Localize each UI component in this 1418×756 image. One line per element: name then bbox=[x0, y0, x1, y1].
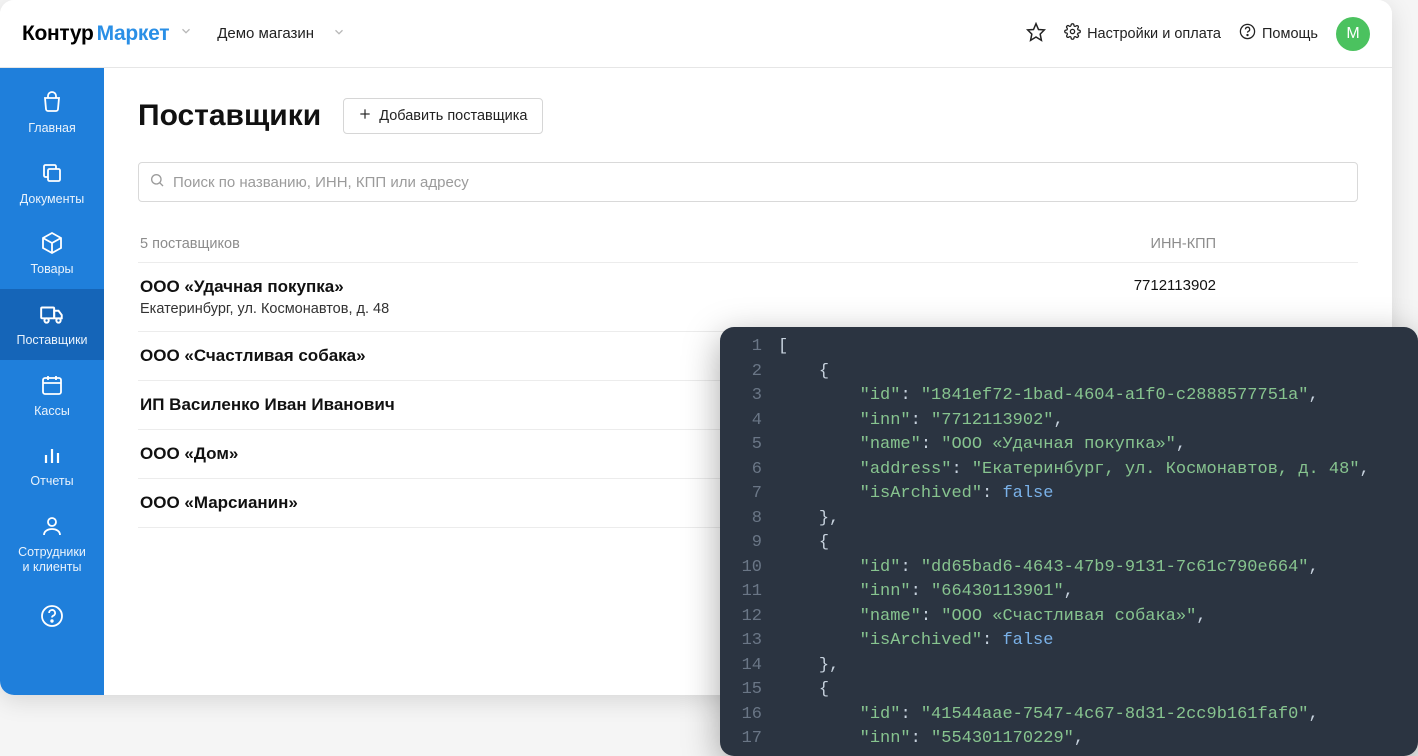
copy-icon bbox=[39, 160, 65, 186]
code-line: 12 "name": "ООО «Счастливая собака»", bbox=[720, 605, 1418, 630]
bag-icon bbox=[39, 89, 65, 115]
help-icon bbox=[1239, 23, 1256, 44]
code-line: 17 "inn": "554301170229", bbox=[720, 727, 1418, 752]
supplier-address: Екатеринбург, ул. Космонавтов, д. 48 bbox=[140, 301, 389, 317]
user-icon bbox=[39, 513, 65, 539]
code-line: 14 }, bbox=[720, 654, 1418, 679]
sidebar-item-label: Главная bbox=[28, 121, 76, 137]
sidebar-item-documents[interactable]: Документы bbox=[0, 148, 104, 219]
help-link[interactable]: Помощь bbox=[1239, 23, 1318, 44]
code-line: 5 "name": "ООО «Удачная покупка»", bbox=[720, 433, 1418, 458]
shop-chevron-down-icon bbox=[332, 25, 346, 43]
settings-link[interactable]: Настройки и оплата bbox=[1064, 23, 1221, 44]
logo-part2: Маркет bbox=[97, 22, 170, 46]
shop-name: Демо магазин bbox=[217, 25, 314, 42]
avatar-letter: М bbox=[1346, 25, 1359, 43]
sidebar-item-label: Товары bbox=[31, 262, 74, 278]
sidebar-item-help[interactable] bbox=[0, 591, 104, 640]
search-icon bbox=[149, 172, 165, 193]
settings-label: Настройки и оплата bbox=[1087, 26, 1221, 42]
logo-chevron-down-icon[interactable] bbox=[179, 24, 193, 43]
code-line: 8 }, bbox=[720, 507, 1418, 532]
supplier-name: ИП Василенко Иван Иванович bbox=[140, 395, 395, 415]
sidebar-item-label: Сотрудники и клиенты bbox=[18, 545, 86, 576]
sidebar-item-goods[interactable]: Товары bbox=[0, 218, 104, 289]
code-line: 7 "isArchived": false bbox=[720, 482, 1418, 507]
supplier-name: ООО «Удачная покупка» bbox=[140, 277, 389, 297]
help-label: Помощь bbox=[1262, 26, 1318, 42]
sidebar-item-label: Отчеты bbox=[30, 474, 73, 490]
add-button-label: Добавить поставщика bbox=[379, 108, 527, 124]
code-line: 10 "id": "dd65bad6-4643-47b9-9131-7c61c7… bbox=[720, 556, 1418, 581]
shop-selector[interactable]: Демо магазин bbox=[217, 25, 346, 43]
add-supplier-button[interactable]: Добавить поставщика bbox=[343, 98, 542, 134]
code-line: 3 "id": "1841ef72-1bad-4604-a1f0-c288857… bbox=[720, 384, 1418, 409]
gear-icon bbox=[1064, 23, 1081, 44]
code-line: 15 { bbox=[720, 678, 1418, 703]
code-line: 16 "id": "41544aae-7547-4c67-8d31-2cc9b1… bbox=[720, 703, 1418, 728]
logo[interactable]: Контур Маркет bbox=[22, 22, 169, 46]
code-line: 13 "isArchived": false bbox=[720, 629, 1418, 654]
supplier-name: ООО «Счастливая собака» bbox=[140, 346, 366, 366]
avatar[interactable]: М bbox=[1336, 17, 1370, 51]
inn-column-label: ИНН-КПП bbox=[1151, 236, 1216, 252]
code-line: 4 "inn": "7712113902", bbox=[720, 409, 1418, 434]
sidebar-item-label: Поставщики bbox=[16, 333, 87, 349]
sidebar: Главная Документы Товары Поставщики bbox=[0, 68, 104, 695]
supplier-row[interactable]: ООО «Удачная покупка» Екатеринбург, ул. К… bbox=[138, 262, 1358, 331]
search-input[interactable] bbox=[173, 174, 1347, 191]
code-line: 11 "inn": "66430113901", bbox=[720, 580, 1418, 605]
count-label: 5 поставщиков bbox=[140, 236, 240, 252]
code-line: 2 { bbox=[720, 360, 1418, 385]
truck-icon bbox=[39, 301, 65, 327]
plus-icon bbox=[358, 107, 372, 125]
table-header: 5 поставщиков ИНН-КПП bbox=[138, 236, 1358, 262]
sidebar-item-staff[interactable]: Сотрудники и клиенты bbox=[0, 501, 104, 587]
sidebar-item-home[interactable]: Главная bbox=[0, 77, 104, 148]
supplier-name: ООО «Дом» bbox=[140, 444, 238, 464]
code-panel: 1[2 {3 "id": "1841ef72-1bad-4604-a1f0-c2… bbox=[720, 327, 1418, 756]
supplier-inn: 7712113902 bbox=[1134, 277, 1216, 317]
header: Контур Маркет Демо магазин Настройки и о… bbox=[0, 0, 1392, 68]
sidebar-item-label: Документы bbox=[20, 192, 84, 208]
calendar-icon bbox=[39, 372, 65, 398]
sidebar-item-reports[interactable]: Отчеты bbox=[0, 430, 104, 501]
code-line: 1[ bbox=[720, 335, 1418, 360]
sidebar-item-registers[interactable]: Кассы bbox=[0, 360, 104, 431]
search-field[interactable] bbox=[138, 162, 1358, 202]
sidebar-item-suppliers[interactable]: Поставщики bbox=[0, 289, 104, 360]
page-title: Поставщики bbox=[138, 99, 321, 133]
supplier-name: ООО «Марсианин» bbox=[140, 493, 298, 513]
star-icon[interactable] bbox=[1026, 22, 1046, 46]
bar-chart-icon bbox=[39, 442, 65, 468]
cube-icon bbox=[39, 230, 65, 256]
logo-part1: Контур bbox=[22, 22, 94, 46]
code-line: 9 { bbox=[720, 531, 1418, 556]
code-line: 6 "address": "Екатеринбург, ул. Космонав… bbox=[720, 458, 1418, 483]
sidebar-item-label: Кассы bbox=[34, 404, 70, 420]
question-icon bbox=[39, 603, 65, 629]
header-right: Настройки и оплата Помощь М bbox=[1026, 17, 1370, 51]
